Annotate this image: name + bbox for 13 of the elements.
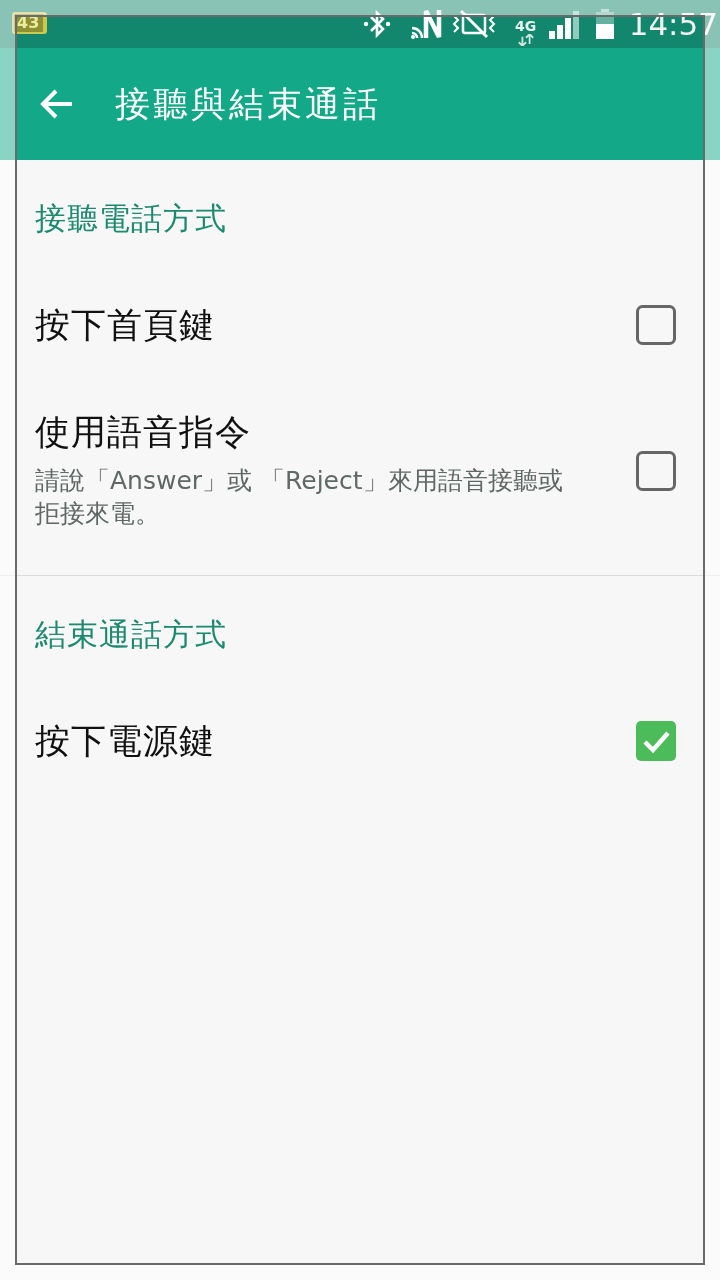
screen-title: 接聽與結束通話	[115, 83, 381, 125]
setting-title: 使用語音指令	[35, 412, 251, 452]
back-icon[interactable]	[39, 89, 73, 119]
section-header: 接聽電話方式	[35, 199, 227, 238]
network-type-label: 4G	[515, 19, 537, 33]
setting-title: 按下電源鍵	[35, 721, 215, 761]
checkbox[interactable]	[636, 305, 676, 345]
setting-title: 按下首頁鍵	[35, 305, 215, 345]
checkbox[interactable]	[636, 451, 676, 491]
section-header: 結束通話方式	[35, 615, 227, 654]
data-arrows-icon	[516, 34, 535, 46]
setting-summary: 請說「Answer」或 「Reject」來用語音接聽或拒接來電。	[35, 465, 564, 530]
checkbox[interactable]	[636, 721, 676, 761]
